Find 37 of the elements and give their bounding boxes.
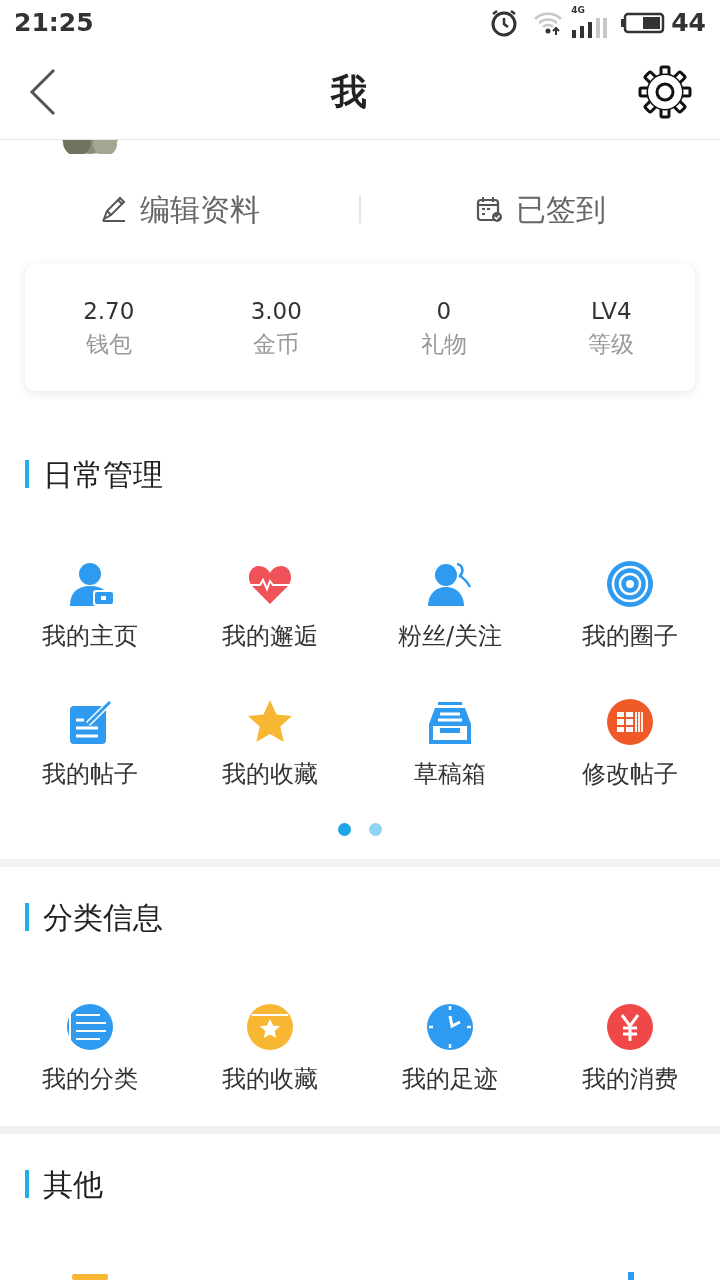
battery-level: 44 [671, 6, 706, 39]
stat-item[interactable]: LV4 等级 [527, 299, 695, 356]
section-title: 分类信息 [43, 898, 163, 937]
stat-item[interactable]: 3.00 金币 [192, 299, 360, 356]
network-label: 4G [571, 5, 585, 15]
signal-icon [571, 17, 608, 38]
settings-icon [638, 65, 692, 119]
books-icon [606, 698, 654, 746]
menu-item[interactable]: 草稿箱 [360, 698, 540, 786]
clock-icon [426, 1003, 474, 1051]
target-icon [606, 560, 654, 608]
menu-item[interactable]: 修改帖子 [540, 698, 720, 786]
list-icon [66, 1003, 114, 1051]
people-icon [426, 560, 474, 608]
settings-button[interactable] [638, 65, 692, 119]
menu-item[interactable]: 我的收藏 [180, 698, 360, 786]
menu-item[interactable]: 我的消费 [540, 1003, 720, 1091]
page-title: 我 [331, 70, 367, 114]
yen-icon [606, 1003, 654, 1051]
battery-icon [621, 11, 666, 34]
menu-item[interactable]: 我的帖子 [0, 698, 180, 786]
action-button[interactable]: 编辑资料 [0, 186, 359, 232]
action-button[interactable]: 已签到 [361, 186, 720, 232]
section-title: 日常管理 [43, 455, 163, 494]
status-time: 21:25 [14, 6, 94, 39]
menu-item[interactable]: 我的主页 [0, 560, 180, 648]
pencil-icon [99, 195, 128, 223]
stat-item[interactable]: 0 礼物 [360, 299, 528, 356]
menu-item[interactable]: 我的收藏 [180, 1003, 360, 1091]
menu-item[interactable]: 粉丝/关注 [360, 560, 540, 648]
menu-item[interactable]: 我的分类 [0, 1003, 180, 1091]
section-title: 其他 [43, 1165, 103, 1204]
menu-item[interactable]: 我的邂逅 [180, 560, 360, 648]
menu-item[interactable]: 我的圈子 [540, 560, 720, 648]
stat-item[interactable]: 2.70 钱包 [25, 299, 193, 356]
menu-item[interactable]: 我的足迹 [360, 1003, 540, 1091]
calendar-icon [475, 195, 504, 223]
